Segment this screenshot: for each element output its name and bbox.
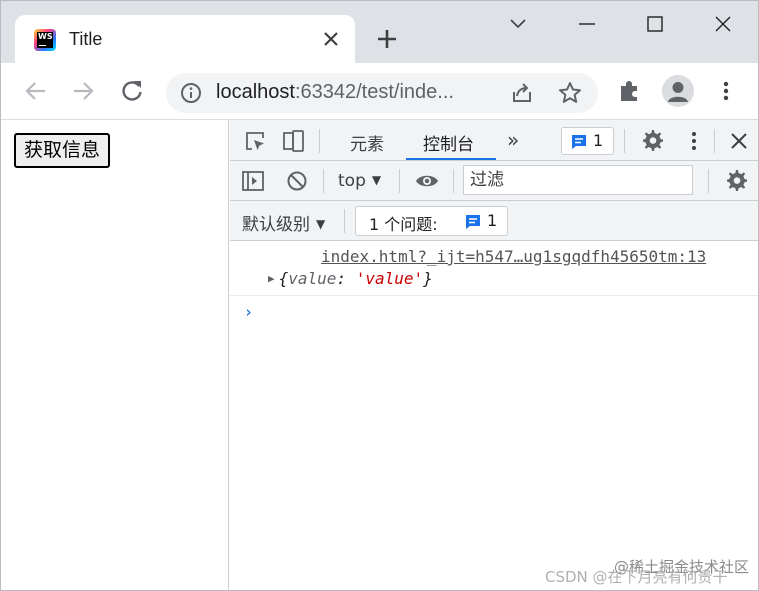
console-settings-icon[interactable] (724, 168, 748, 192)
clear-console-icon[interactable] (285, 169, 309, 193)
devtools-menu-icon[interactable] (682, 129, 706, 153)
divider (714, 129, 715, 153)
divider (344, 209, 345, 233)
browser-toolbar: localhost:63342/test/inde... (1, 63, 758, 120)
devtools-tabbar: 元素 控制台 » 1 (230, 120, 758, 161)
console-toolbar: top ▼ (230, 161, 758, 201)
get-info-button[interactable]: 获取信息 (14, 133, 111, 168)
divider (453, 169, 454, 193)
close-devtools-icon[interactable] (727, 129, 751, 153)
console-levels-bar: 默认级别 ▼ 1 个问题: 1 (230, 201, 758, 241)
chevron-down-icon[interactable] (498, 9, 538, 39)
tab-console[interactable]: 控制台 (423, 130, 474, 155)
minimize-icon[interactable] (567, 9, 607, 39)
console-output: index.html?_ijt=h547…ug1sgqdfh45650tm:13… (230, 241, 758, 590)
divider (323, 169, 324, 193)
sidebar-toggle-icon[interactable] (241, 169, 265, 193)
expand-triangle-icon[interactable]: ▶ (268, 272, 275, 285)
back-icon[interactable] (22, 77, 50, 105)
source-link[interactable]: index.html?_ijt=h547…ug1sgqdfh45650tm:13 (321, 247, 706, 266)
extensions-icon[interactable] (616, 77, 644, 105)
message-icon (572, 135, 586, 149)
inspect-element-icon[interactable] (243, 129, 267, 153)
logged-object[interactable]: ▶ {value: 'value'} (268, 269, 433, 288)
profile-icon[interactable] (662, 75, 694, 107)
live-expression-eye-icon[interactable] (415, 169, 439, 193)
content-area: 获取信息 元素 控制台 » 1 top ▼ 过滤 默认级别 ▼ 1 个问题: 1… (1, 120, 758, 590)
issues-chip-count: 1 (487, 211, 498, 230)
close-window-icon[interactable] (703, 9, 743, 39)
console-filter[interactable] (463, 165, 693, 195)
maximize-icon[interactable] (635, 9, 675, 39)
tab-elements[interactable]: 元素 (350, 130, 384, 155)
info-icon[interactable] (180, 82, 202, 104)
page-viewport: 获取信息 (1, 120, 229, 590)
star-icon[interactable] (556, 79, 584, 107)
tab-strip: WS Title (1, 1, 758, 65)
settings-gear-icon[interactable] (640, 128, 664, 152)
share-icon[interactable] (508, 79, 536, 107)
filter-input[interactable] (464, 166, 692, 194)
forward-icon[interactable] (69, 77, 97, 105)
issues-text: 1 个问题: (369, 215, 438, 234)
issues-button[interactable]: 1 个问题: 1 (355, 206, 508, 236)
divider (399, 169, 400, 193)
divider (319, 129, 320, 153)
reload-icon[interactable] (118, 77, 146, 105)
menu-icon[interactable] (712, 77, 740, 105)
divider (708, 169, 709, 193)
console-prompt-icon[interactable]: › (244, 303, 253, 321)
new-tab-icon[interactable] (373, 25, 401, 53)
tab-title: Title (69, 29, 103, 49)
webstorm-icon: WS (34, 29, 56, 51)
browser-window: WS Title localhost:63342/test/inde... 获取… (0, 0, 759, 591)
address-bar[interactable]: localhost:63342/test/inde... (166, 73, 598, 113)
url-text[interactable]: localhost:63342/test/inde... (216, 81, 454, 104)
divider (624, 129, 625, 153)
close-tab-icon[interactable] (319, 27, 343, 51)
context-selector[interactable]: top ▼ (338, 171, 381, 191)
issues-counter-button[interactable]: 1 (561, 127, 614, 155)
message-icon (466, 215, 480, 229)
more-tabs-icon[interactable]: » (507, 128, 519, 152)
issues-count: 1 (593, 131, 604, 150)
tab-active[interactable]: WS Title (15, 15, 355, 65)
device-toggle-icon[interactable] (281, 129, 305, 153)
log-levels-dropdown[interactable]: 默认级别 ▼ (242, 210, 325, 235)
console-message: index.html?_ijt=h547…ug1sgqdfh45650tm:13… (230, 241, 758, 296)
watermark-csdn: CSDN @在下月亮有何贵干 (545, 568, 728, 586)
devtools-panel: 元素 控制台 » 1 top ▼ 过滤 默认级别 ▼ 1 个问题: 1 inde… (230, 120, 758, 590)
active-tab-indicator (406, 158, 496, 160)
